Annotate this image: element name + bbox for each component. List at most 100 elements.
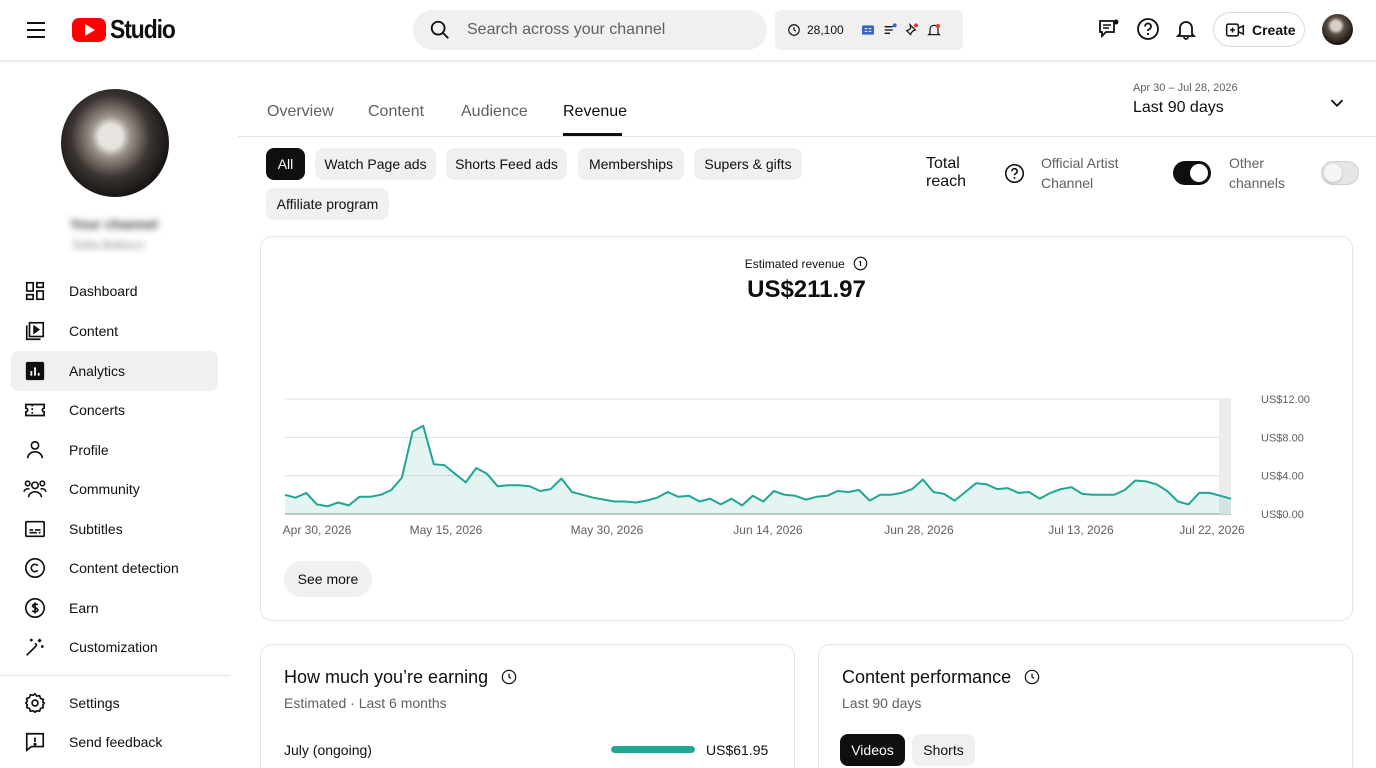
official-artist-channel-toggle[interactable] [1173, 161, 1211, 185]
alert-bell-icon[interactable] [926, 22, 942, 38]
create-button[interactable]: Create [1213, 12, 1305, 47]
create-label: Create [1252, 21, 1296, 38]
ticket-icon [23, 398, 47, 422]
sidebar-item-label: Concerts [69, 402, 126, 418]
sidebar-item-community[interactable]: Community [11, 469, 218, 509]
tab-overview[interactable]: Overview [267, 103, 334, 121]
info-icon[interactable] [1024, 669, 1040, 685]
active-tab-indicator [563, 133, 622, 136]
sidebar-item-settings[interactable]: Settings [11, 683, 218, 723]
x-tick-label: Apr 30, 2026 [283, 523, 352, 537]
messages-icon[interactable] [1096, 16, 1122, 42]
sidebar-item-label: Settings [69, 695, 120, 711]
sidebar-item-label: Profile [69, 442, 109, 458]
pin-icon[interactable] [904, 22, 920, 38]
sidebar-item-send-feedback[interactable]: Send feedback [11, 722, 218, 762]
sidebar-item-analytics[interactable]: Analytics [11, 351, 218, 391]
hamburger-menu-icon[interactable] [22, 16, 50, 44]
community-icon [23, 477, 47, 501]
feedback-icon [23, 730, 47, 754]
x-tick-label: Jul 13, 2026 [1048, 523, 1114, 537]
date-range-label[interactable]: Apr 30 – Jul 28, 2026 [1133, 82, 1238, 94]
content-icon [23, 319, 47, 343]
filter-chip-all[interactable]: All [266, 148, 305, 180]
earning-row-month: July (ongoing) [284, 742, 372, 758]
filter-chip-watch-page-ads[interactable]: Watch Page ads [315, 148, 436, 180]
sidebar-item-concerts[interactable]: Concerts [11, 390, 218, 430]
sidebar-item-earn[interactable]: Earn [11, 588, 218, 628]
info-icon[interactable] [501, 669, 517, 685]
account-avatar[interactable] [1322, 14, 1353, 45]
content-performance-subtitle: Last 90 days [842, 695, 922, 711]
sidebar-divider [0, 675, 230, 676]
video-add-icon [1225, 22, 1245, 37]
sidebar-item-label: Content [69, 323, 119, 339]
sidebar-item-customization[interactable]: Customization [11, 627, 218, 667]
tab-shorts[interactable]: Shorts [912, 734, 975, 766]
status-indicators[interactable]: 28,100 [775, 10, 963, 50]
earning-row-amount: US$61.95 [706, 742, 769, 758]
channel-avatar[interactable] [61, 89, 169, 197]
logo-text: Studio [110, 14, 176, 44]
earning-title: How much you’re earning [284, 667, 517, 688]
tab-content[interactable]: Content [368, 103, 424, 121]
question-icon[interactable] [1004, 163, 1025, 184]
content-performance-title: Content performance [842, 667, 1040, 688]
search-bar[interactable] [413, 10, 767, 50]
studio-logo[interactable]: Studio [72, 14, 184, 45]
captions-icon[interactable] [860, 22, 876, 38]
search-icon [430, 20, 449, 39]
sidebar-item-label: Send feedback [69, 734, 163, 750]
filter-chip-shorts-feed-ads[interactable]: Shorts Feed ads [446, 148, 567, 180]
y-tick-label: US$4.00 [1261, 471, 1304, 483]
analytics-icon [23, 359, 47, 383]
earning-title-text: How much you’re earning [284, 667, 489, 687]
sidebar-item-label: Analytics [69, 363, 126, 379]
top-bar: Studio 28,100 [0, 0, 1376, 60]
sidebar-item-subtitles[interactable]: Subtitles [11, 509, 218, 549]
analytics-tabs: Overview Content Audience Revenue Apr 30… [238, 60, 1376, 137]
date-range-value[interactable]: Last 90 days [1133, 99, 1224, 117]
x-tick-label: Jul 22, 2026 [1179, 523, 1245, 537]
count-value: 28,100 [807, 23, 844, 37]
revenue-chart[interactable]: US$12.00 US$8.00 US$4.00 US$0.00 Apr 30, 202… [261, 237, 1354, 557]
dashboard-icon [23, 279, 47, 303]
sidebar-item-dashboard[interactable]: Dashboard [11, 271, 218, 311]
notifications-bell-icon[interactable] [1173, 16, 1199, 42]
sidebar-item-label: Dashboard [69, 283, 138, 299]
sidebar-item-content-detection[interactable]: Content detection [11, 548, 218, 588]
sidebar-item-label: Content detection [69, 560, 179, 576]
subtitles-icon [23, 517, 47, 541]
content-performance-title-text: Content performance [842, 667, 1012, 687]
clock-icon [788, 24, 800, 36]
youtube-play-icon [72, 17, 106, 42]
sidebar-item-profile[interactable]: Profile [11, 430, 218, 470]
filter-chip-affiliate-program[interactable]: Affiliate program [266, 188, 389, 220]
x-tick-label: May 30, 2026 [571, 523, 644, 537]
x-tick-label: Jun 28, 2026 [884, 523, 954, 537]
sidebar-item-content[interactable]: Content [11, 311, 218, 351]
total-reach-label: Total reach [926, 155, 967, 190]
channel-name: Sofia Bellucci [72, 238, 145, 252]
see-more-button[interactable]: See more [284, 561, 372, 597]
chevron-down-icon[interactable] [1326, 92, 1348, 114]
channel-title: Your channel [70, 216, 158, 232]
help-icon[interactable] [1135, 16, 1161, 42]
sidebar-item-label: Community [69, 481, 140, 497]
sidebar-item-label: Customization [69, 639, 158, 655]
revenue-card: Estimated revenue US$211.97 US$12.00 US$8… [260, 236, 1353, 621]
tab-revenue[interactable]: Revenue [563, 103, 627, 121]
search-input[interactable] [467, 21, 747, 39]
official-artist-channel-label: Official Artist Channel [1041, 155, 1119, 191]
earning-row-bar [611, 746, 695, 753]
earning-subtitle: Estimated · Last 6 months [284, 695, 447, 711]
playlist-icon[interactable] [882, 22, 898, 38]
filter-chip-supers-gifts[interactable]: Supers & gifts [694, 148, 802, 180]
x-tick-label: Jun 14, 2026 [733, 523, 803, 537]
earning-row-bar-fill [611, 746, 695, 753]
x-tick-label: May 15, 2026 [410, 523, 483, 537]
other-channels-toggle[interactable] [1321, 161, 1359, 185]
tab-audience[interactable]: Audience [461, 103, 528, 121]
tab-videos[interactable]: Videos [840, 734, 905, 766]
filter-chip-memberships[interactable]: Memberships [578, 148, 684, 180]
